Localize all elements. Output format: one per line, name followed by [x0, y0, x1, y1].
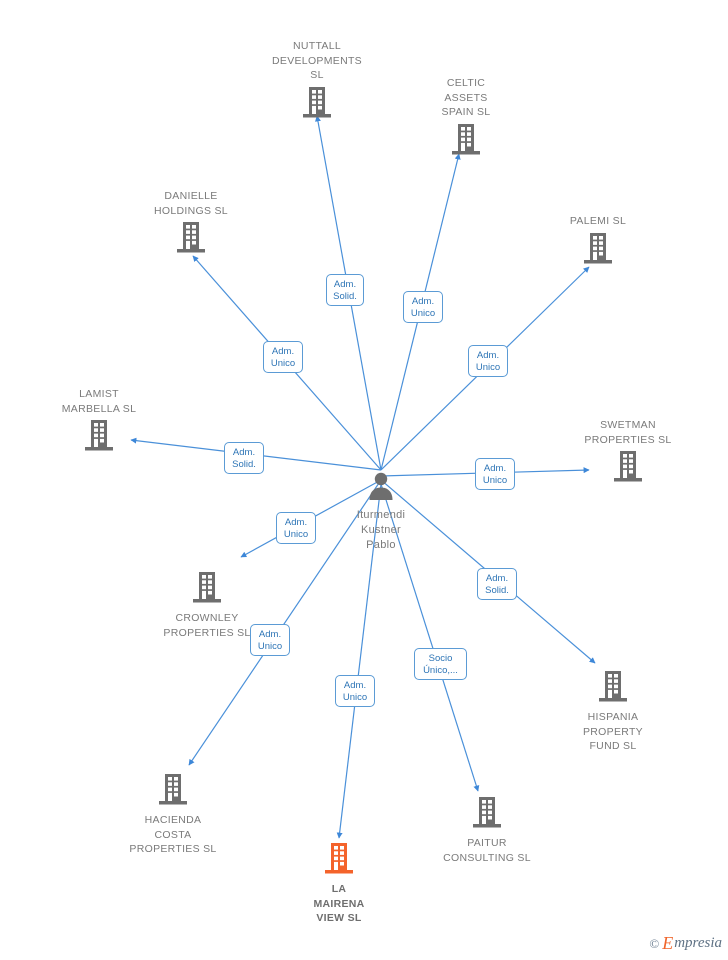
edge-label-mairena[interactable]: Adm. Unico — [335, 675, 375, 707]
building-icon — [583, 232, 613, 269]
center-person-node[interactable]: Iturmendi Kustner Pablo — [316, 470, 446, 553]
edge-label-hacienda[interactable]: Adm. Unico — [250, 624, 290, 656]
edge-label-swetman[interactable]: Adm. Unico — [475, 458, 515, 490]
company-node-label: HACIENDA COSTA PROPERTIES SL — [129, 814, 217, 855]
company-node-danielle[interactable]: DANIELLE HOLDINGS SL — [126, 189, 256, 258]
edge-label-palemi[interactable]: Adm. Unico — [468, 345, 508, 377]
company-node-lamist[interactable]: LAMIST MARBELLA SL — [34, 387, 164, 456]
building-icon — [451, 123, 481, 160]
person-icon — [366, 470, 396, 505]
edge-label-lamist[interactable]: Adm. Solid. — [224, 442, 264, 474]
company-node-nuttall[interactable]: NUTTALL DEVELOPMENTS SL — [252, 39, 382, 123]
company-node-palemi[interactable]: PALEMI SL — [533, 214, 663, 269]
edge-label-crownley[interactable]: Adm. Unico — [276, 512, 316, 544]
building-icon — [598, 670, 628, 707]
brand-name: mpresia — [674, 935, 722, 951]
edge-label-hispania[interactable]: Adm. Solid. — [477, 568, 517, 600]
edge-label-paitur[interactable]: Socio Único,... — [414, 648, 467, 680]
company-node-hispania[interactable]: HISPANIA PROPERTY FUND SL — [548, 670, 678, 754]
company-node-label: CELTIC ASSETS SPAIN SL — [441, 77, 491, 118]
building-icon — [613, 450, 643, 487]
company-node-swetman[interactable]: SWETMAN PROPERTIES SL — [563, 418, 693, 487]
company-node-hacienda[interactable]: HACIENDA COSTA PROPERTIES SL — [108, 773, 238, 857]
watermark: © E mpresia — [649, 933, 722, 954]
building-icon-highlighted — [324, 842, 354, 879]
building-icon — [84, 419, 114, 456]
company-node-label: SWETMAN PROPERTIES SL — [584, 419, 672, 446]
company-node-label: PAITUR CONSULTING SL — [443, 837, 531, 864]
company-node-paitur[interactable]: PAITUR CONSULTING SL — [422, 796, 552, 865]
company-node-label: LA MAIRENA VIEW SL — [313, 883, 365, 924]
company-node-label: PALEMI SL — [569, 215, 627, 227]
company-node-label: NUTTALL DEVELOPMENTS SL — [272, 40, 362, 81]
building-icon — [158, 773, 188, 810]
edge-label-celtic[interactable]: Adm. Unico — [403, 291, 443, 323]
building-icon — [192, 571, 222, 608]
edge-label-nuttall[interactable]: Adm. Solid. — [326, 274, 364, 306]
building-icon — [176, 221, 206, 258]
center-person-label: Iturmendi Kustner Pablo — [356, 509, 406, 551]
company-node-label: HISPANIA PROPERTY FUND SL — [583, 711, 643, 752]
building-icon — [472, 796, 502, 833]
relationship-graph-canvas: NUTTALL DEVELOPMENTS SL CELTIC ASSETS SPA… — [0, 0, 728, 960]
company-node-mairena[interactable]: LA MAIRENA VIEW SL — [274, 842, 404, 926]
company-node-label: CROWNLEY PROPERTIES SL — [163, 612, 251, 639]
building-icon — [302, 86, 332, 123]
copyright-icon: © — [649, 935, 660, 951]
brand-initial: E — [662, 933, 674, 953]
edge-label-danielle[interactable]: Adm. Unico — [263, 341, 303, 373]
company-node-label: LAMIST MARBELLA SL — [61, 388, 137, 415]
company-node-celtic[interactable]: CELTIC ASSETS SPAIN SL — [401, 76, 531, 160]
company-node-label: DANIELLE HOLDINGS SL — [154, 190, 228, 217]
